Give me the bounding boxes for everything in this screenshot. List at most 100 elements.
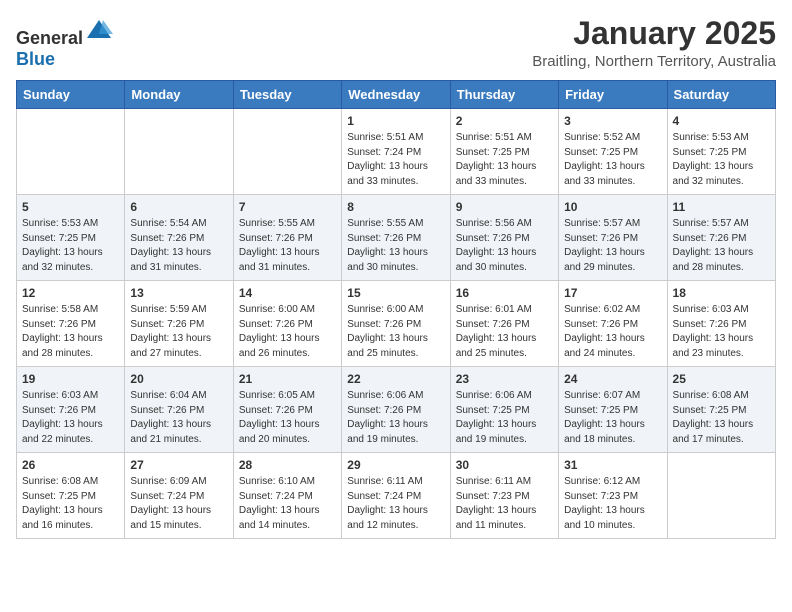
- day-number: 23: [456, 372, 553, 386]
- day-info: Sunrise: 5:55 AM Sunset: 7:26 PM Dayligh…: [239, 217, 336, 275]
- day-number: 9: [456, 200, 553, 214]
- calendar-week-row: 5Sunrise: 5:53 AM Sunset: 7:25 PM Daylig…: [17, 195, 776, 281]
- day-number: 20: [130, 372, 227, 386]
- calendar-day-cell: 24 Sunrise: 6:07 AM Sunset: 7:25 PM Dayli…: [559, 367, 667, 453]
- day-info: Sunrise: 5:53 AM Sunset: 7:25 PM Dayligh…: [22, 217, 119, 275]
- calendar-day-cell: 3 Sunrise: 5:52 AM Sunset: 7:25 PM Daylig…: [559, 109, 667, 195]
- calendar-day-cell: 31 Sunrise: 6:12 AM Sunset: 7:23 PM Dayli…: [559, 453, 667, 539]
- calendar-empty-cell: [233, 109, 341, 195]
- calendar-day-cell: 4 Sunrise: 5:53 AM Sunset: 7:25 PM Daylig…: [667, 109, 775, 195]
- day-info: Sunrise: 6:11 AM Sunset: 7:23 PM Dayligh…: [456, 475, 553, 533]
- logo-blue: Blue: [16, 49, 55, 69]
- day-number: 13: [130, 286, 227, 300]
- day-number: 16: [456, 286, 553, 300]
- logo: General Blue: [16, 16, 113, 70]
- day-info: Sunrise: 6:08 AM Sunset: 7:25 PM Dayligh…: [673, 389, 770, 447]
- calendar-day-cell: 13 Sunrise: 5:59 AM Sunset: 7:26 PM Dayli…: [125, 281, 233, 367]
- day-number: 15: [347, 286, 444, 300]
- location-subtitle: Braitling, Northern Territory, Australia: [532, 53, 776, 70]
- calendar-day-cell: 26 Sunrise: 6:08 AM Sunset: 7:25 PM Dayli…: [17, 453, 125, 539]
- day-info: Sunrise: 5:58 AM Sunset: 7:26 PM Dayligh…: [22, 303, 119, 361]
- calendar-day-cell: 20 Sunrise: 6:04 AM Sunset: 7:26 PM Dayli…: [125, 367, 233, 453]
- day-info: Sunrise: 5:51 AM Sunset: 7:25 PM Dayligh…: [456, 131, 553, 189]
- day-number: 22: [347, 372, 444, 386]
- month-year-title: January 2025: [532, 16, 776, 51]
- calendar-week-row: 12 Sunrise: 5:58 AM Sunset: 7:26 PM Dayli…: [17, 281, 776, 367]
- day-info: Sunrise: 5:57 AM Sunset: 7:26 PM Dayligh…: [564, 217, 661, 275]
- calendar-day-cell: 9 Sunrise: 5:56 AM Sunset: 7:26 PM Daylig…: [450, 195, 558, 281]
- day-number: 8: [347, 200, 444, 214]
- calendar-day-cell: 27Sunrise: 6:09 AM Sunset: 7:24 PM Dayli…: [125, 453, 233, 539]
- day-number: 4: [673, 114, 770, 128]
- day-info: Sunrise: 6:03 AM Sunset: 7:26 PM Dayligh…: [22, 389, 119, 447]
- day-number: 24: [564, 372, 661, 386]
- calendar-day-cell: 11Sunrise: 5:57 AM Sunset: 7:26 PM Dayli…: [667, 195, 775, 281]
- calendar-day-cell: 10 Sunrise: 5:57 AM Sunset: 7:26 PM Dayli…: [559, 195, 667, 281]
- calendar-week-row: 19Sunrise: 6:03 AM Sunset: 7:26 PM Dayli…: [17, 367, 776, 453]
- day-number: 17: [564, 286, 661, 300]
- calendar-day-cell: 14Sunrise: 6:00 AM Sunset: 7:26 PM Dayli…: [233, 281, 341, 367]
- weekday-header-wednesday: Wednesday: [342, 81, 450, 109]
- day-number: 12: [22, 286, 119, 300]
- day-number: 27: [130, 458, 227, 472]
- day-number: 2: [456, 114, 553, 128]
- day-info: Sunrise: 6:03 AM Sunset: 7:26 PM Dayligh…: [673, 303, 770, 361]
- day-number: 1: [347, 114, 444, 128]
- day-info: Sunrise: 6:04 AM Sunset: 7:26 PM Dayligh…: [130, 389, 227, 447]
- calendar-empty-cell: [667, 453, 775, 539]
- calendar-week-row: 26 Sunrise: 6:08 AM Sunset: 7:25 PM Dayli…: [17, 453, 776, 539]
- day-info: Sunrise: 5:52 AM Sunset: 7:25 PM Dayligh…: [564, 131, 661, 189]
- day-number: 10: [564, 200, 661, 214]
- weekday-header-saturday: Saturday: [667, 81, 775, 109]
- calendar-day-cell: 15 Sunrise: 6:00 AM Sunset: 7:26 PM Dayli…: [342, 281, 450, 367]
- calendar-day-cell: 29 Sunrise: 6:11 AM Sunset: 7:24 PM Dayli…: [342, 453, 450, 539]
- calendar-day-cell: 17 Sunrise: 6:02 AM Sunset: 7:26 PM Dayli…: [559, 281, 667, 367]
- day-info: Sunrise: 6:08 AM Sunset: 7:25 PM Dayligh…: [22, 475, 119, 533]
- day-info: Sunrise: 5:54 AM Sunset: 7:26 PM Dayligh…: [130, 217, 227, 275]
- day-info: Sunrise: 6:11 AM Sunset: 7:24 PM Dayligh…: [347, 475, 444, 533]
- day-info: Sunrise: 6:05 AM Sunset: 7:26 PM Dayligh…: [239, 389, 336, 447]
- calendar-day-cell: 18 Sunrise: 6:03 AM Sunset: 7:26 PM Dayli…: [667, 281, 775, 367]
- day-number: 31: [564, 458, 661, 472]
- day-info: Sunrise: 6:00 AM Sunset: 7:26 PM Dayligh…: [347, 303, 444, 361]
- day-number: 6: [130, 200, 227, 214]
- day-info: Sunrise: 6:07 AM Sunset: 7:25 PM Dayligh…: [564, 389, 661, 447]
- day-info: Sunrise: 6:02 AM Sunset: 7:26 PM Dayligh…: [564, 303, 661, 361]
- day-number: 25: [673, 372, 770, 386]
- day-info: Sunrise: 6:12 AM Sunset: 7:23 PM Dayligh…: [564, 475, 661, 533]
- title-block: January 2025 Braitling, Northern Territo…: [532, 16, 776, 70]
- calendar-empty-cell: [125, 109, 233, 195]
- day-info: Sunrise: 5:53 AM Sunset: 7:25 PM Dayligh…: [673, 131, 770, 189]
- weekday-header-monday: Monday: [125, 81, 233, 109]
- day-number: 3: [564, 114, 661, 128]
- calendar-day-cell: 12 Sunrise: 5:58 AM Sunset: 7:26 PM Dayli…: [17, 281, 125, 367]
- day-number: 26: [22, 458, 119, 472]
- day-number: 29: [347, 458, 444, 472]
- day-number: 18: [673, 286, 770, 300]
- calendar-day-cell: 2 Sunrise: 5:51 AM Sunset: 7:25 PM Daylig…: [450, 109, 558, 195]
- calendar-day-cell: 21Sunrise: 6:05 AM Sunset: 7:26 PM Dayli…: [233, 367, 341, 453]
- calendar-table: SundayMondayTuesdayWednesdayThursdayFrid…: [16, 80, 776, 539]
- calendar-day-cell: 5Sunrise: 5:53 AM Sunset: 7:25 PM Daylig…: [17, 195, 125, 281]
- calendar-day-cell: 1 Sunrise: 5:51 AM Sunset: 7:24 PM Daylig…: [342, 109, 450, 195]
- calendar-day-cell: 28Sunrise: 6:10 AM Sunset: 7:24 PM Dayli…: [233, 453, 341, 539]
- day-info: Sunrise: 6:06 AM Sunset: 7:26 PM Dayligh…: [347, 389, 444, 447]
- day-info: Sunrise: 5:56 AM Sunset: 7:26 PM Dayligh…: [456, 217, 553, 275]
- day-number: 14: [239, 286, 336, 300]
- logo-general: General: [16, 28, 83, 48]
- day-info: Sunrise: 5:59 AM Sunset: 7:26 PM Dayligh…: [130, 303, 227, 361]
- calendar-empty-cell: [17, 109, 125, 195]
- day-info: Sunrise: 6:01 AM Sunset: 7:26 PM Dayligh…: [456, 303, 553, 361]
- weekday-header-friday: Friday: [559, 81, 667, 109]
- calendar-day-cell: 8Sunrise: 5:55 AM Sunset: 7:26 PM Daylig…: [342, 195, 450, 281]
- calendar-day-cell: 6 Sunrise: 5:54 AM Sunset: 7:26 PM Daylig…: [125, 195, 233, 281]
- calendar-header-row: SundayMondayTuesdayWednesdayThursdayFrid…: [17, 81, 776, 109]
- calendar-day-cell: 30Sunrise: 6:11 AM Sunset: 7:23 PM Dayli…: [450, 453, 558, 539]
- calendar-day-cell: 7Sunrise: 5:55 AM Sunset: 7:26 PM Daylig…: [233, 195, 341, 281]
- day-number: 28: [239, 458, 336, 472]
- day-info: Sunrise: 5:51 AM Sunset: 7:24 PM Dayligh…: [347, 131, 444, 189]
- calendar-week-row: 1 Sunrise: 5:51 AM Sunset: 7:24 PM Daylig…: [17, 109, 776, 195]
- calendar-day-cell: 23 Sunrise: 6:06 AM Sunset: 7:25 PM Dayli…: [450, 367, 558, 453]
- weekday-header-sunday: Sunday: [17, 81, 125, 109]
- day-info: Sunrise: 6:06 AM Sunset: 7:25 PM Dayligh…: [456, 389, 553, 447]
